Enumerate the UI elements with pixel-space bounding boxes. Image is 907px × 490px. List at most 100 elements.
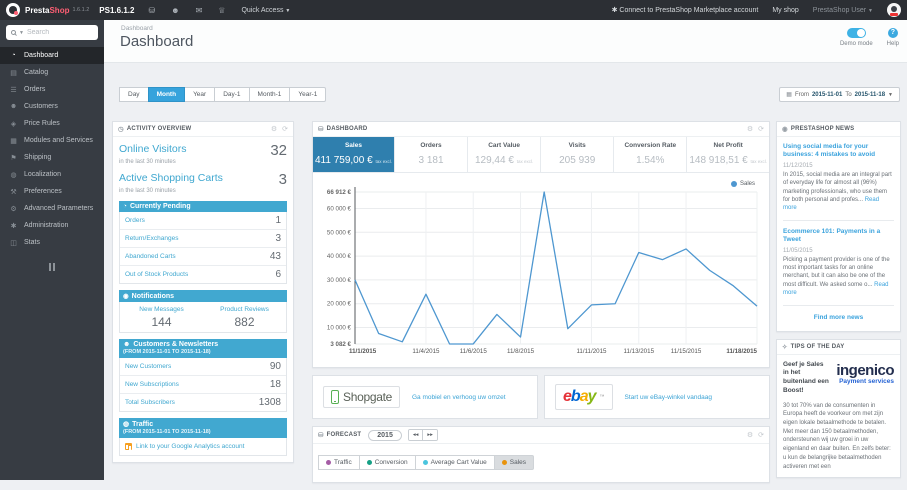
shopgate-banner: Shopgate Ga mobiel en verhoog uw omzet — [312, 375, 538, 419]
help-icon[interactable]: ? — [887, 28, 898, 38]
my-shop-link[interactable]: My shop — [772, 7, 798, 14]
bar-chart-icon: ◫ — [10, 239, 17, 247]
forecast-tab[interactable]: Average Cart Value — [414, 455, 495, 470]
sidebar-item[interactable]: ◔ Dashboard — [0, 47, 104, 64]
google-analytics-link[interactable]: Link to your Google Analytics account — [136, 443, 244, 450]
forecast-year[interactable]: 2015 — [368, 429, 402, 441]
customers-rows: New Customers 90 New Subscriptions 18 To… — [119, 358, 287, 412]
notifications-header: ◉ Notifications — [119, 290, 287, 302]
pending-row-link[interactable]: Orders — [125, 217, 145, 224]
period-button[interactable]: Month — [147, 87, 186, 102]
sidebar-item-label: Shipping — [24, 154, 52, 161]
pending-row-link[interactable]: Out of Stock Products — [125, 271, 188, 278]
news-item-title-link[interactable]: Using social media for your business: 4 … — [783, 143, 894, 160]
customers-row: New Customers 90 — [120, 358, 286, 376]
help-control: ? Help — [887, 28, 899, 47]
kpi-metric[interactable]: Orders 3 181 — [395, 137, 469, 172]
search-input[interactable] — [26, 29, 93, 36]
demo-mode-toggle[interactable] — [846, 28, 866, 38]
svg-text:66 912 €: 66 912 € — [327, 189, 352, 196]
news-item-title-link[interactable]: Ecommerce 101: Payments in a Tweet — [783, 228, 894, 245]
breadcrumb[interactable]: Dashboard — [121, 25, 153, 32]
quick-access-menu[interactable]: Quick Access ▼ — [241, 7, 290, 14]
period-button[interactable]: Day-1 — [214, 87, 250, 102]
google-analytics-icon — [125, 443, 132, 450]
refresh-icon[interactable]: ⟳ — [282, 125, 288, 133]
user-menu[interactable]: PrestaShop User ▼ — [813, 7, 873, 14]
customers-row-link[interactable]: New Customers — [125, 363, 171, 370]
kpi-metric[interactable]: Conversion Rate 1.54% — [614, 137, 688, 172]
forecast-tab[interactable]: Traffic — [318, 455, 360, 470]
forecast-tab[interactable]: Sales — [493, 455, 534, 470]
gear-icon[interactable]: ⚙ — [271, 125, 277, 133]
sidebar-item[interactable]: ◫ Stats — [0, 234, 104, 251]
pending-row-value: 1 — [275, 215, 281, 226]
previous-year-button[interactable]: ◂◂ — [408, 430, 424, 440]
forecast-tab[interactable]: Conversion — [358, 455, 416, 470]
customers-row-link[interactable]: New Subscriptions — [125, 381, 179, 388]
customers-row-link[interactable]: Total Subscribers — [125, 399, 175, 406]
period-button[interactable]: Year-1 — [289, 87, 327, 102]
next-year-button[interactable]: ▸▸ — [423, 430, 437, 440]
period-button[interactable]: Day — [119, 87, 149, 102]
user-avatar[interactable] — [887, 3, 901, 17]
period-button[interactable]: Month-1 — [248, 87, 291, 102]
sidebar-item[interactable]: ✱ Administration — [0, 217, 104, 234]
ebay-link[interactable]: Start uw eBay-winkel vandaag — [625, 394, 712, 401]
pending-rows: Orders 1 Return/Exchanges 3 Abandoned Ca… — [119, 212, 287, 284]
customer-notifications-icon[interactable]: ☻ — [171, 6, 179, 15]
sidebar-item[interactable]: ▦ Modules and Services — [0, 132, 104, 149]
svg-text:10 000 €: 10 000 € — [327, 325, 352, 332]
pending-row-link[interactable]: Abandoned Carts — [125, 253, 176, 260]
active-carts-sub: in the last 30 minutes — [119, 188, 176, 194]
refresh-icon[interactable]: ⟳ — [758, 431, 764, 439]
trophy-icon[interactable]: ♕ — [218, 6, 225, 15]
sidebar-item[interactable]: ▤ Catalog — [0, 64, 104, 81]
find-more-news-link[interactable]: Find more news — [783, 314, 894, 321]
kpi-metric[interactable]: Net Profit 148 918,51 € tax excl. — [687, 137, 769, 172]
kpi-metric[interactable]: Visits 205 939 — [541, 137, 615, 172]
prestashop-logo[interactable] — [6, 3, 20, 17]
marketplace-link[interactable]: ✱ Connect to PrestaShop Marketplace acco… — [612, 6, 759, 14]
cart-notifications-icon[interactable]: ⛁ — [148, 6, 155, 15]
series-dot-icon — [326, 460, 331, 465]
sales-line-chart: 3 082 € 10 000 € 20 000 € 30 000 € 40 000 € 5… — [327, 187, 758, 355]
customers-row: New Subscriptions 18 — [120, 376, 286, 394]
shopgate-link[interactable]: Ga mobiel en verhoog uw omzet — [412, 394, 506, 401]
sidebar-menu: ◔ Dashboard ▤ Catalog ☰ Orders ☻ Custome… — [0, 47, 104, 251]
kpi-metric[interactable]: Cart Value 129,44 € tax excl. — [468, 137, 542, 172]
sidebar-item-label: Advanced Parameters — [24, 205, 94, 212]
active-carts-link[interactable]: Active Shopping Carts — [119, 172, 223, 184]
chart-legend[interactable]: Sales — [730, 181, 755, 187]
date-range-button[interactable]: ▦ From 2015-11-01 To 2015-11-18 ▼ — [779, 87, 900, 102]
sidebar-item[interactable]: ☰ Orders — [0, 81, 104, 98]
sidebar-item[interactable]: ◈ Price Rules — [0, 115, 104, 132]
pending-row: Orders 1 — [120, 212, 286, 230]
sidebar-item[interactable]: ☻ Customers — [0, 98, 104, 115]
admin-gear-icon: ✱ — [10, 222, 17, 230]
sidebar-item[interactable]: ⚙ Advanced Parameters — [0, 200, 104, 217]
online-visitors-link[interactable]: Online Visitors — [119, 143, 187, 155]
refresh-icon[interactable]: ⟳ — [758, 125, 764, 133]
gear-icon[interactable]: ⚙ — [747, 431, 753, 439]
customers-row: Total Subscribers 1308 — [120, 394, 286, 411]
sales-chart-area: 3 082 € 10 000 € 20 000 € 30 000 € 40 000 € 5… — [313, 173, 769, 367]
sidebar-item[interactable]: ◍ Localization — [0, 166, 104, 183]
kpi-metric[interactable]: Sales 411 759,00 € tax excl. — [313, 137, 395, 172]
sidebar-item[interactable]: ⚒ Preferences — [0, 183, 104, 200]
chevron-down-icon: ▼ — [888, 91, 893, 98]
collapse-menu-icon[interactable] — [0, 263, 104, 271]
sidebar-item-label: Catalog — [24, 69, 49, 76]
notification-cell[interactable]: New Messages 144 — [120, 302, 203, 332]
period-button[interactable]: Year — [184, 87, 216, 102]
pending-row-link[interactable]: Return/Exchanges — [125, 235, 178, 242]
notification-cell[interactable]: Product Reviews 882 — [203, 302, 286, 332]
svg-text:30 000 €: 30 000 € — [327, 277, 352, 284]
svg-text:50 000 €: 50 000 € — [327, 229, 352, 236]
gear-icon[interactable]: ⚙ — [747, 125, 753, 133]
shop-name[interactable]: PS1.6.1.2 — [99, 6, 134, 15]
message-notifications-icon[interactable]: ✉ — [196, 6, 203, 15]
svg-text:40 000 €: 40 000 € — [327, 253, 352, 260]
search-scope-caret-icon[interactable]: ▼ — [19, 30, 24, 36]
sidebar-item[interactable]: ⚑ Shipping — [0, 149, 104, 166]
